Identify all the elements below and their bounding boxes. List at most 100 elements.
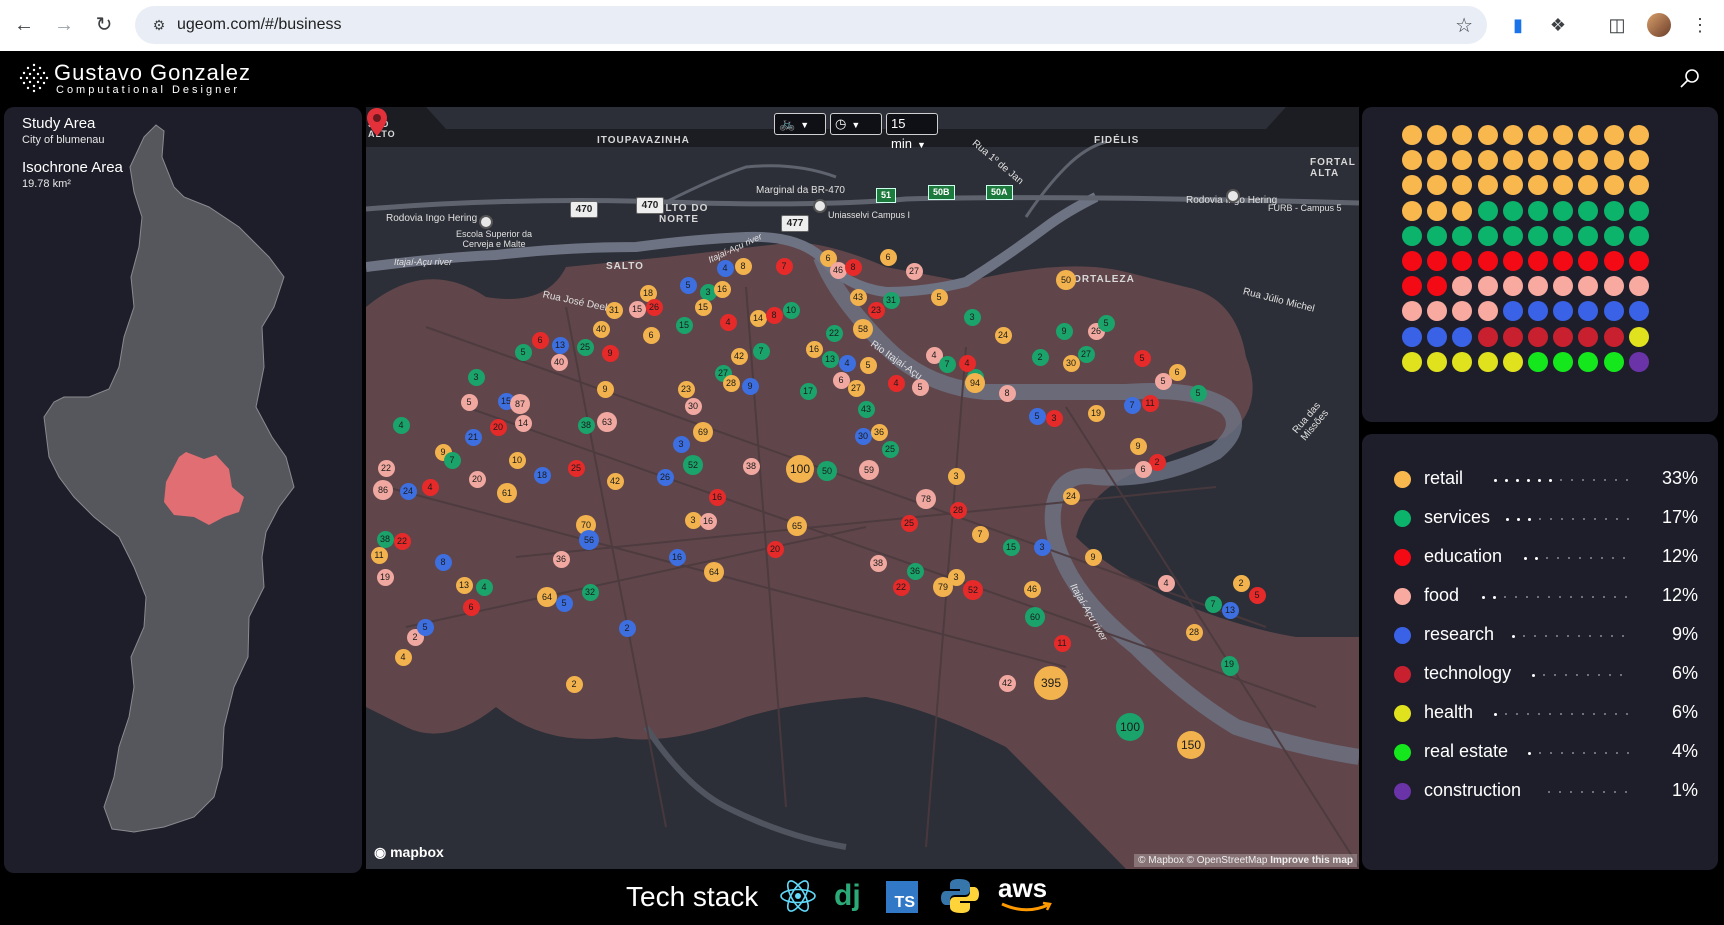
business-cluster-marker[interactable]: 23 <box>677 380 695 398</box>
business-cluster-marker[interactable]: 11 <box>1141 394 1159 412</box>
location-pin-icon[interactable] <box>366 107 388 137</box>
business-cluster-marker[interactable]: 16 <box>699 512 717 530</box>
business-cluster-marker[interactable]: 15 <box>628 300 646 318</box>
business-cluster-marker[interactable]: 9 <box>596 380 614 398</box>
business-cluster-marker[interactable]: 24 <box>399 482 417 500</box>
business-cluster-marker[interactable]: 26 <box>656 468 674 486</box>
business-cluster-marker[interactable]: 28 <box>722 374 740 392</box>
business-cluster-marker[interactable]: 24 <box>994 326 1012 344</box>
business-cluster-marker[interactable]: 25 <box>881 440 899 458</box>
business-cluster-marker[interactable]: 16 <box>668 548 686 566</box>
business-cluster-marker[interactable]: 61 <box>497 483 517 503</box>
business-cluster-marker[interactable]: 31 <box>605 301 623 319</box>
business-cluster-marker[interactable]: 5 <box>555 594 573 612</box>
business-cluster-marker[interactable]: 58 <box>853 319 873 339</box>
business-cluster-marker[interactable]: 46 <box>1023 580 1041 598</box>
search-icon[interactable] <box>1678 67 1702 91</box>
business-cluster-marker[interactable]: 14 <box>514 414 532 432</box>
business-cluster-marker[interactable]: 27 <box>1077 345 1095 363</box>
legend-item-retail[interactable]: retail 33% <box>1362 462 1718 492</box>
business-cluster-marker[interactable]: 40 <box>550 353 568 371</box>
business-cluster-marker[interactable]: 19 <box>376 568 394 586</box>
business-cluster-marker[interactable]: 7 <box>1204 595 1222 613</box>
business-cluster-marker[interactable]: 20 <box>766 540 784 558</box>
business-cluster-marker[interactable]: 25 <box>576 338 594 356</box>
business-cluster-marker[interactable]: 22 <box>377 459 395 477</box>
duration-select[interactable]: 15 min ▼ <box>886 113 938 151</box>
business-cluster-marker[interactable]: 5 <box>1097 314 1115 332</box>
improve-map-link[interactable]: Improve this map <box>1270 855 1353 866</box>
business-cluster-marker[interactable]: 4 <box>716 259 734 277</box>
business-cluster-marker[interactable]: 3 <box>467 368 485 386</box>
business-cluster-marker[interactable]: 8 <box>844 258 862 276</box>
business-cluster-marker[interactable]: 7 <box>775 257 793 275</box>
business-cluster-marker[interactable]: 50 <box>817 461 837 481</box>
business-cluster-marker[interactable]: 69 <box>693 422 713 442</box>
side-panel-icon[interactable]: ◫ <box>1604 12 1630 38</box>
business-cluster-marker[interactable]: 20 <box>489 418 507 436</box>
business-cluster-marker[interactable]: 25 <box>567 459 585 477</box>
site-settings-icon[interactable]: ⚙ <box>149 15 169 35</box>
business-cluster-marker[interactable]: 15 <box>1002 538 1020 556</box>
business-cluster-marker[interactable]: 5 <box>514 343 532 361</box>
business-cluster-marker[interactable]: 7 <box>938 355 956 373</box>
business-cluster-marker[interactable]: 30 <box>854 427 872 445</box>
business-cluster-marker[interactable]: 5 <box>1133 349 1151 367</box>
business-cluster-marker[interactable]: 4 <box>421 478 439 496</box>
business-cluster-marker[interactable]: 9 <box>601 344 619 362</box>
business-cluster-marker[interactable]: 21 <box>464 428 482 446</box>
business-cluster-marker[interactable]: 8 <box>434 553 452 571</box>
forward-arrow-icon[interactable]: → <box>51 12 77 38</box>
puzzle-icon[interactable]: ❖ <box>1545 12 1571 38</box>
business-cluster-marker[interactable]: 2 <box>1232 574 1250 592</box>
business-cluster-marker[interactable]: 2 <box>565 675 583 693</box>
travel-mode-select[interactable]: 🚲 ▼ <box>774 113 826 135</box>
business-cluster-marker[interactable]: 78 <box>916 489 936 509</box>
business-cluster-marker[interactable]: 8 <box>734 257 752 275</box>
business-cluster-marker[interactable]: 32 <box>581 583 599 601</box>
business-cluster-marker[interactable]: 9 <box>1129 437 1147 455</box>
business-cluster-marker[interactable]: 15 <box>675 316 693 334</box>
business-cluster-marker[interactable]: 4 <box>475 578 493 596</box>
business-cluster-marker[interactable]: 10 <box>508 451 526 469</box>
business-cluster-marker[interactable]: 28 <box>1185 623 1203 641</box>
reload-icon[interactable]: ↻ <box>91 12 117 38</box>
site-name[interactable]: Gustavo Gonzalez <box>54 60 251 86</box>
business-cluster-marker[interactable]: 42 <box>998 674 1016 692</box>
business-cluster-marker[interactable]: 3 <box>947 467 965 485</box>
business-cluster-marker[interactable]: 4 <box>838 354 856 372</box>
business-cluster-marker[interactable]: 9 <box>1084 548 1102 566</box>
business-cluster-marker[interactable]: 38 <box>869 554 887 572</box>
business-cluster-marker[interactable]: 36 <box>552 550 570 568</box>
business-cluster-marker[interactable]: 8 <box>998 384 1016 402</box>
business-cluster-marker[interactable]: 7 <box>443 451 461 469</box>
business-cluster-marker[interactable]: 3 <box>684 511 702 529</box>
business-cluster-marker[interactable]: 6 <box>879 248 897 266</box>
legend-item-health[interactable]: health 6% <box>1362 696 1718 726</box>
business-cluster-marker[interactable]: 25 <box>900 514 918 532</box>
business-cluster-marker[interactable]: 64 <box>537 587 557 607</box>
business-cluster-marker[interactable]: 56 <box>579 530 599 550</box>
business-cluster-marker[interactable]: 5 <box>859 356 877 374</box>
legend-item-food[interactable]: food 12% <box>1362 579 1718 609</box>
time-select[interactable]: ◷ ▼ <box>830 113 882 135</box>
business-cluster-marker[interactable]: 7 <box>752 342 770 360</box>
business-cluster-marker[interactable]: 52 <box>963 580 983 600</box>
business-cluster-marker[interactable]: 3 <box>963 308 981 326</box>
business-cluster-marker[interactable]: 4 <box>1157 574 1175 592</box>
business-cluster-marker[interactable]: 43 <box>849 288 867 306</box>
business-cluster-marker[interactable]: 19 <box>1087 404 1105 422</box>
business-cluster-marker[interactable]: 11 <box>1053 634 1071 652</box>
business-cluster-marker[interactable]: 16 <box>805 340 823 358</box>
business-cluster-marker[interactable]: 9 <box>741 377 759 395</box>
business-cluster-marker[interactable]: 5 <box>679 276 697 294</box>
business-cluster-marker[interactable]: 5 <box>416 618 434 636</box>
business-cluster-marker[interactable]: 8 <box>765 306 783 324</box>
business-cluster-marker[interactable]: 14 <box>749 309 767 327</box>
mapbox-logo[interactable]: ◉ mapbox <box>374 844 444 861</box>
business-cluster-marker[interactable]: 24 <box>1062 487 1080 505</box>
business-cluster-marker[interactable]: 16 <box>713 280 731 298</box>
business-cluster-marker[interactable]: 19 <box>1220 655 1238 673</box>
business-cluster-marker[interactable]: 79 <box>933 577 953 597</box>
business-cluster-marker[interactable]: 42 <box>730 347 748 365</box>
